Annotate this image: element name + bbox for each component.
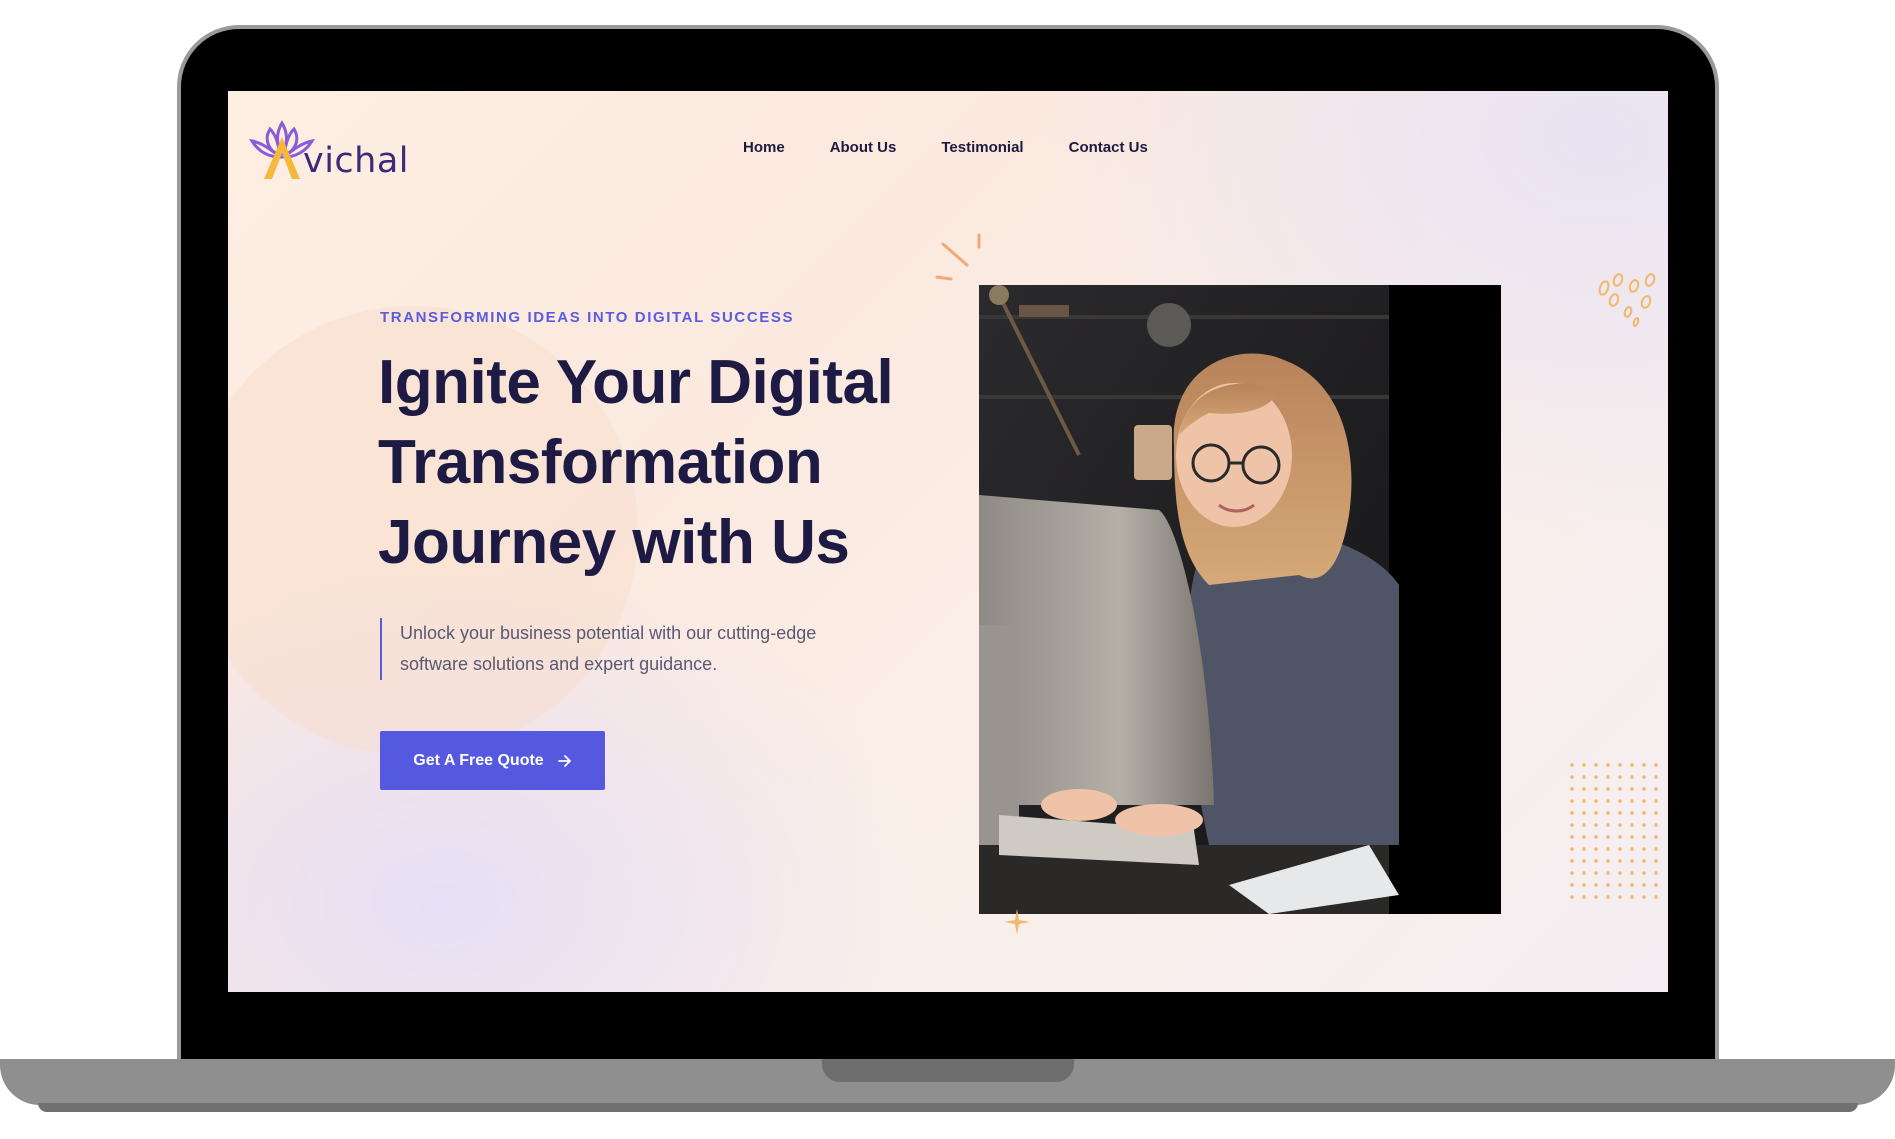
- laptop-notch: [822, 1059, 1074, 1082]
- get-free-quote-button[interactable]: Get A Free Quote: [380, 731, 605, 790]
- brand-logo[interactable]: vichal: [248, 117, 410, 183]
- hero-headline: Ignite Your Digital Transformation Journ…: [378, 343, 938, 583]
- laptop-base-edge: [38, 1103, 1858, 1112]
- sparkle-star-icon: [1004, 909, 1030, 935]
- nav-home[interactable]: Home: [743, 139, 785, 156]
- nav-contact-us[interactable]: Contact Us: [1069, 139, 1148, 156]
- hero-eyebrow: TRANSFORMING IDEAS INTO DIGITAL SUCCESS: [380, 309, 795, 326]
- brand-name: vichal: [303, 141, 410, 181]
- spark-lines-decoration: [935, 233, 981, 281]
- hero-subtext: Unlock your business potential with our …: [380, 618, 880, 680]
- woman-at-computer-image: [979, 285, 1501, 914]
- nav-testimonial[interactable]: Testimonial: [941, 139, 1023, 156]
- hero-photo: [979, 285, 1501, 914]
- arrow-right-icon: [557, 754, 571, 767]
- website-screen: vichal Home About Us Testimonial Contact…: [228, 91, 1668, 992]
- headline-line-1: Ignite Your Digital: [378, 348, 894, 417]
- dot-grid-decoration: [1566, 759, 1662, 907]
- main-nav: Home About Us Testimonial Contact Us: [743, 139, 1148, 156]
- cta-label: Get A Free Quote: [413, 751, 544, 769]
- nav-about-us[interactable]: About Us: [830, 139, 897, 156]
- oval-pattern-decoration: [1598, 273, 1656, 327]
- headline-line-3: Journey with Us: [378, 508, 850, 577]
- headline-line-2: Transformation: [378, 428, 823, 497]
